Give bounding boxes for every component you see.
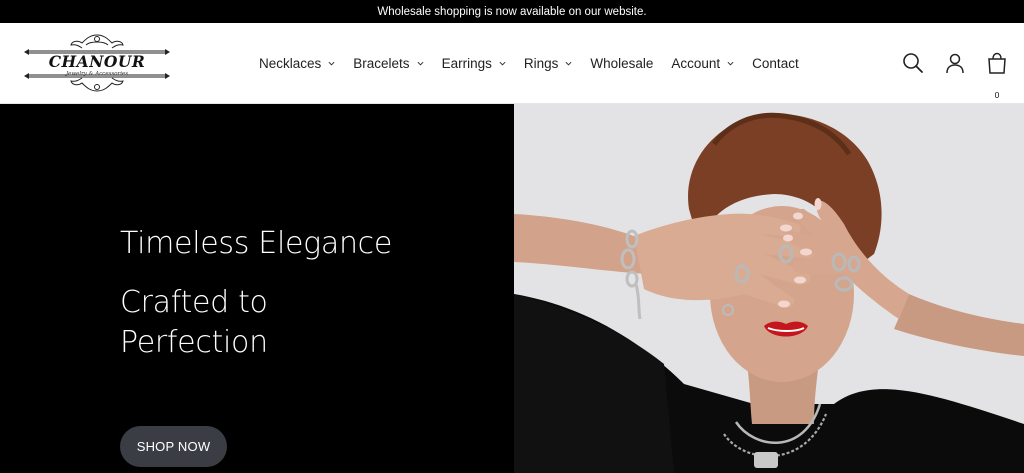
nav-label: Wholesale [590,56,654,71]
nav-label: Earrings [441,56,492,71]
nav-item-contact[interactable]: Contact [752,56,799,71]
main-nav: Necklaces Bracelets Earrings Rings Whole… [259,23,817,104]
chevron-down-icon [417,61,424,66]
announcement-bar: Wholesale shopping is now available on o… [0,0,1024,23]
site-header: CHANOUR Jewelry & Accessories Necklaces … [0,23,1024,104]
nav-item-necklaces[interactable]: Necklaces [259,56,335,71]
logo[interactable]: CHANOUR Jewelry & Accessories [24,31,170,95]
model-photo [514,104,1024,473]
nav-item-bracelets[interactable]: Bracelets [353,56,424,71]
hero-subtitle: Crafted to Perfection [120,285,268,360]
logo-tagline: Jewelry & Accessories [65,71,129,77]
nav-item-earrings[interactable]: Earrings [442,56,506,71]
cart-icon[interactable]: 0 [986,52,1008,100]
bag-icon [988,52,1006,74]
shop-now-button[interactable]: SHOP NOW [120,426,227,467]
hero-title: Timeless Elegance [120,226,393,261]
nav-label: Account [671,56,721,71]
chevron-down-icon [727,61,734,66]
header-icons: 0 [902,52,1008,100]
chevron-down-icon [328,61,335,66]
nav-item-account[interactable]: Account [671,56,734,71]
hero-image [514,104,1024,473]
nav-label: Rings [523,56,559,71]
hero-text-panel: Timeless Elegance Crafted to Perfection … [0,104,514,473]
announcement-text: Wholesale shopping is now available on o… [377,5,647,18]
search-icon[interactable] [902,52,924,74]
nav-item-wholesale[interactable]: Wholesale [590,56,653,71]
nav-label: Necklaces [259,56,322,71]
nav-label: Contact [752,56,799,71]
logo-name: CHANOUR [48,52,146,71]
nav-item-rings[interactable]: Rings [524,56,573,71]
chevron-down-icon [565,61,572,66]
nav-label: Bracelets [353,56,410,71]
user-icon[interactable] [944,52,966,74]
chevron-down-icon [499,61,506,66]
